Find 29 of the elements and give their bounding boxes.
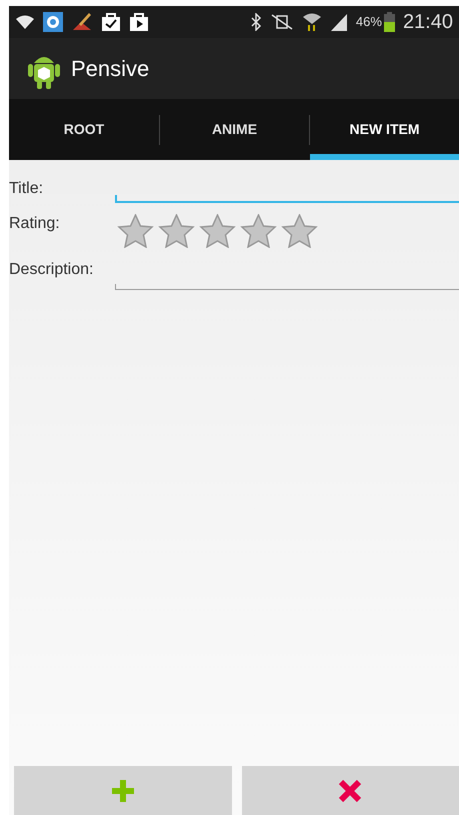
battery-icon [384, 12, 395, 32]
cancel-button[interactable] [242, 766, 459, 815]
field-label: Title: [9, 179, 44, 199]
close-icon [337, 778, 364, 804]
add-button[interactable] [14, 766, 232, 815]
app-title: Pensive [71, 55, 150, 83]
tab[interactable]: ROOT [9, 99, 159, 160]
clock-time: 21:40 [402, 12, 453, 32]
plus-icon [110, 778, 135, 802]
tab[interactable]: ANIME [160, 99, 309, 160]
star-icon[interactable] [115, 214, 156, 248]
description-input[interactable] [115, 284, 459, 290]
star-rating[interactable] [115, 214, 320, 248]
bag-play-icon [129, 12, 149, 32]
bluetooth-icon [250, 13, 262, 31]
vibrate-off-icon [270, 13, 294, 31]
star-icon[interactable] [279, 214, 320, 248]
star-icon[interactable] [156, 214, 197, 248]
wifi-data-icon [302, 12, 322, 32]
field-label: Rating: [9, 214, 61, 234]
star-icon[interactable] [238, 214, 279, 248]
bag-check-icon [101, 12, 121, 32]
field-label: Description: [9, 260, 94, 280]
signal-icon [330, 13, 348, 31]
wifi-icon [15, 14, 35, 30]
battery-percent: 46% [356, 13, 382, 32]
title-input[interactable] [115, 195, 459, 203]
tab[interactable]: NEW ITEM [310, 99, 459, 160]
star-icon[interactable] [197, 214, 238, 248]
